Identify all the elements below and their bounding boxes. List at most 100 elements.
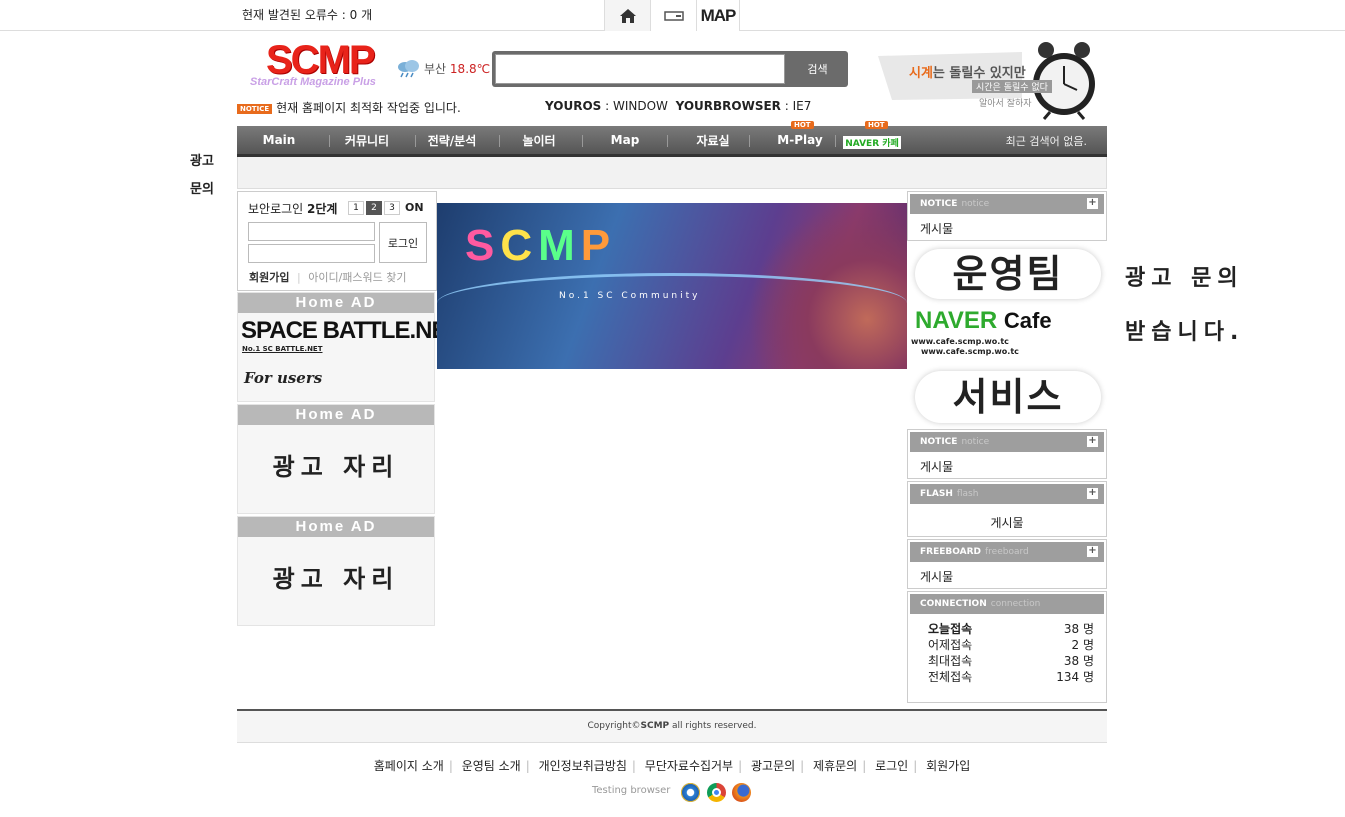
testing-browser-label: Testing browser xyxy=(592,785,671,796)
password-input[interactable] xyxy=(248,244,375,263)
flash-widget-header: FLASH flash + xyxy=(910,484,1104,504)
freeboard-widget-title: FREEBOARD xyxy=(920,547,982,557)
left-float-ad[interactable]: 광고 문의 xyxy=(188,148,216,204)
nav-mplay[interactable]: HOT M-Play xyxy=(765,121,835,154)
nav-playground[interactable]: 놀이터 xyxy=(503,126,575,154)
home-ad-2[interactable]: Home AD 광고 자리 xyxy=(237,404,435,514)
flash-widget-sub: flash xyxy=(956,489,979,499)
os-label: YOUROS xyxy=(545,99,602,113)
copyright-brand: SCMP xyxy=(640,721,670,731)
freeboard-post[interactable]: 게시물 xyxy=(908,564,1106,589)
connection-max: 최대접속 38 명 xyxy=(920,653,1094,669)
banner-logo-c: C xyxy=(500,221,539,270)
notice-post[interactable]: 게시물 xyxy=(908,454,1106,479)
team-cafe: Cafe xyxy=(1003,308,1052,333)
nav-naver-cafe-label: NAVER 카페 xyxy=(843,135,901,149)
connection-widget-header: CONNECTION connection xyxy=(910,594,1104,614)
plus-icon[interactable]: + xyxy=(1087,198,1098,209)
nav-main[interactable]: Main xyxy=(245,126,313,154)
notice-widget: NOTICE notice + 게시물 xyxy=(907,191,1107,241)
search-button[interactable]: 검색 xyxy=(790,54,845,84)
freeboard-widget-header: FREEBOARD freeboard + xyxy=(910,542,1104,562)
connection-value: 38 명 xyxy=(1063,622,1094,636)
ie-icon xyxy=(681,783,700,802)
flash-widget: FLASH flash + 게시물 xyxy=(907,481,1107,537)
login-title: 보안로그인 2단계 xyxy=(248,200,337,217)
team-line3: 서비스 xyxy=(915,371,1101,423)
right-float-ad[interactable]: 광고 문의 받습니다. xyxy=(1125,252,1244,360)
notice-text: 현재 홈페이지 최적화 작업중 입니다. xyxy=(276,101,461,115)
nav-naver-cafe[interactable]: HOT NAVER 카페 xyxy=(839,121,905,154)
footer-link-team[interactable]: 운영팀 소개 xyxy=(462,759,521,773)
home-button[interactable] xyxy=(604,0,650,31)
cloud-rain-icon xyxy=(398,60,419,78)
notice-widget-title: NOTICE xyxy=(920,199,958,209)
connection-value: 2 명 xyxy=(1071,638,1095,652)
login-panel: 보안로그인 2단계 1 2 3 ON 로그인 회원가입 | 아이디/패스워드 찾… xyxy=(237,191,437,291)
find-account-link[interactable]: 아이디/패스워드 찾기 xyxy=(308,271,406,284)
footer-link-signup[interactable]: 회원가입 xyxy=(926,759,970,773)
connection-total: 전체접속 134 명 xyxy=(920,669,1094,685)
login-title-text: 보안로그인 xyxy=(248,202,308,216)
copyright: Copyright©SCMP all rights reserved. xyxy=(237,721,1107,731)
nav-archive[interactable]: 자료실 xyxy=(677,126,749,154)
right-ad-line1: 광고 문의 xyxy=(1125,266,1244,291)
copyright-post: all rights reserved. xyxy=(669,721,757,731)
notice-widget-sub: notice xyxy=(961,199,990,209)
recent-search: 최근 검색어 없음. xyxy=(1005,135,1087,148)
notice-widget-sub: notice xyxy=(961,437,990,447)
notice-badge: NOTICE xyxy=(237,103,273,114)
browser-value: : IE7 xyxy=(784,99,812,113)
footer-link-ad[interactable]: 광고문의 xyxy=(751,759,795,773)
os-info: YOUROS : WINDOW YOURBROWSER : IE7 xyxy=(545,99,811,113)
notice-widget-header: NOTICE notice + xyxy=(910,194,1104,214)
main-banner[interactable]: SCMP No.1 SC Community xyxy=(437,203,907,369)
clock-banner: 시계는 돌릴수 있지만 시간은 돌릴수 없다 알아서 잘하자 xyxy=(872,38,1108,120)
footer-link-partner[interactable]: 제휴문의 xyxy=(813,759,857,773)
plus-icon[interactable]: + xyxy=(1087,436,1098,447)
plus-icon[interactable]: + xyxy=(1087,488,1098,499)
sub-bar xyxy=(237,157,1107,189)
footer-links: 홈페이지 소개 | 운영팀 소개 | 개인정보취급방침 | 무단자료수집거부 | 광고문… xyxy=(373,759,971,773)
footer-link-no-scraping[interactable]: 무단자료수집거부 xyxy=(645,759,733,773)
footer-link-about[interactable]: 홈페이지 소개 xyxy=(374,759,444,773)
home-ad-header: Home AD xyxy=(238,517,434,537)
signup-link[interactable]: 회원가입 xyxy=(249,271,289,284)
site-logo[interactable]: SCMP StarCraft Magazine Plus xyxy=(248,38,380,92)
chrome-icon xyxy=(707,783,726,802)
window-button[interactable] xyxy=(650,0,696,31)
flash-post[interactable]: 게시물 xyxy=(908,506,1106,535)
firefox-icon xyxy=(732,783,751,802)
nav-strategy[interactable]: 전략/분석 xyxy=(417,126,487,154)
search-input[interactable] xyxy=(495,54,785,84)
connection-label: 어제접속 xyxy=(928,638,973,652)
notice-row: NOTICE 현재 홈페이지 최적화 작업중 입니다. xyxy=(237,99,461,116)
footer-link-login[interactable]: 로그인 xyxy=(875,759,908,773)
connection-value: 134 명 xyxy=(1056,670,1094,684)
os-value: : WINDOW xyxy=(605,99,668,113)
nav-map[interactable]: Map xyxy=(589,126,661,154)
space-battle-sub: No.1 SC BATTLE.NET xyxy=(242,345,323,353)
main-nav: Main 커뮤니티 전략/분석 놀이터 Map 자료실 HOT M-Play H… xyxy=(237,121,1107,157)
plus-icon[interactable]: + xyxy=(1087,546,1098,557)
nav-community[interactable]: 커뮤니티 xyxy=(332,126,402,154)
step-1[interactable]: 1 xyxy=(348,201,364,215)
notice-post[interactable]: 게시물 xyxy=(908,216,1106,241)
home-ad-1[interactable]: Home AD SPACE BATTLE.NET No.1 SC BATTLE.… xyxy=(237,292,461,402)
clock-highlight: 시계 xyxy=(909,66,933,81)
step-3[interactable]: 3 xyxy=(384,201,400,215)
home-ad-3[interactable]: Home AD 광고 자리 xyxy=(237,516,435,626)
browser-label: YOURBROWSER xyxy=(675,99,781,113)
left-ad-line1: 광고 xyxy=(190,154,214,169)
login-links: 회원가입 | 아이디/패스워드 찾기 xyxy=(249,271,407,284)
map-button[interactable]: MAP xyxy=(696,0,740,31)
footer-bar: Copyright©SCMP all rights reserved. xyxy=(237,709,1107,743)
footer-link-privacy[interactable]: 개인정보취급방침 xyxy=(539,759,627,773)
step-2[interactable]: 2 xyxy=(366,201,382,215)
id-input[interactable] xyxy=(248,222,375,241)
team-banner[interactable]: 운영팀 NAVER Cafe www.cafe.scmp.wo.tc www.c… xyxy=(907,245,1107,425)
login-button[interactable]: 로그인 xyxy=(379,222,427,263)
connection-value: 38 명 xyxy=(1063,654,1094,668)
home-icon xyxy=(619,8,636,23)
error-count-text: 현재 발견된 오류수 : 0 개 xyxy=(242,8,373,22)
